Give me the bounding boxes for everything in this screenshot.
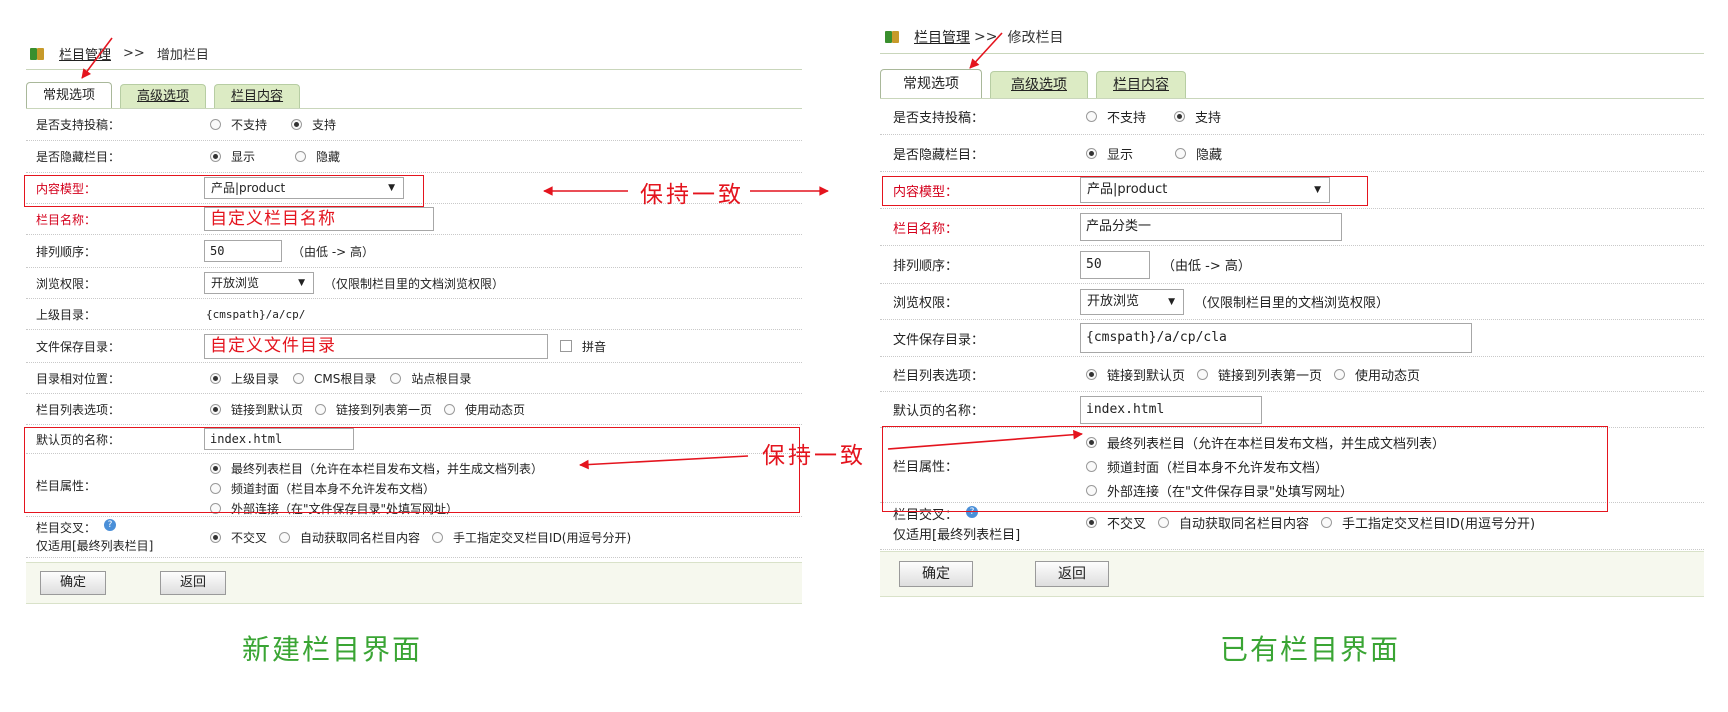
arrow-tab-right bbox=[969, 32, 1003, 69]
arrow-tab-left bbox=[81, 37, 113, 79]
arrow-bottom-right bbox=[887, 429, 1083, 450]
arrow-bottom-left bbox=[579, 455, 749, 470]
annotation-arrows bbox=[81, 32, 1083, 470]
